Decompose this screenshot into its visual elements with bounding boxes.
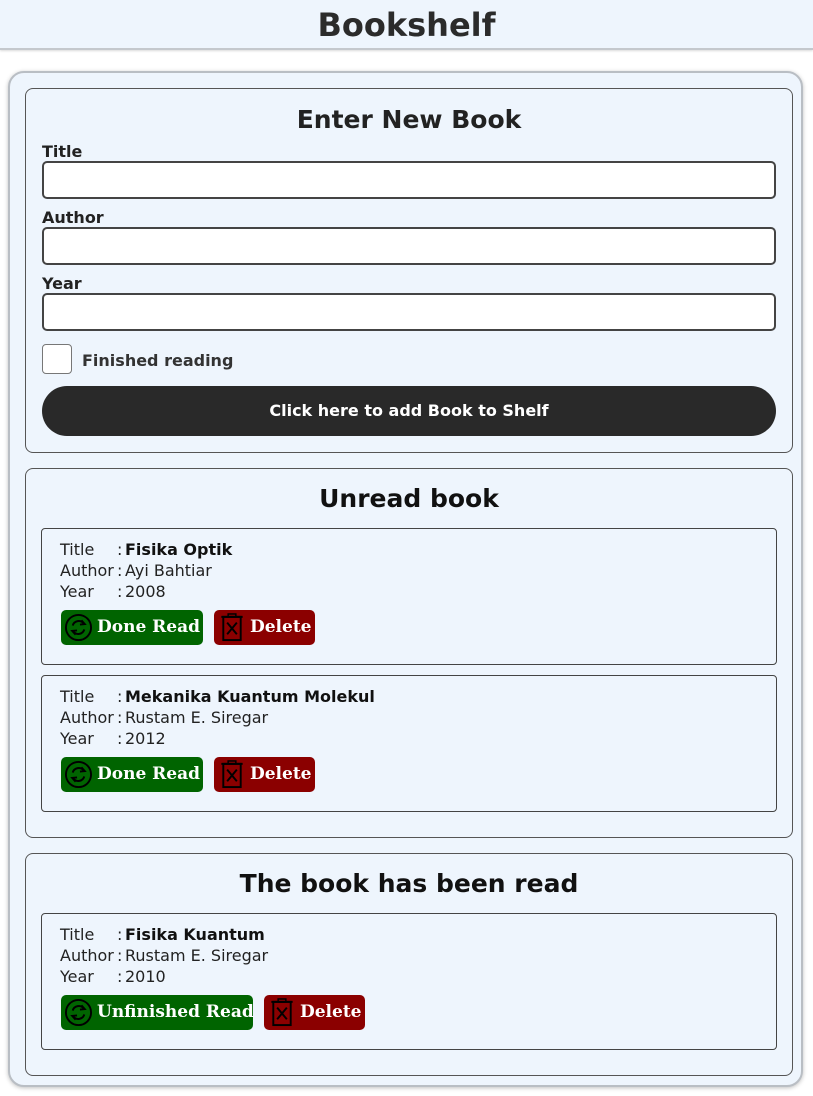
author-key: Author bbox=[60, 946, 114, 965]
delete-label: Delete bbox=[250, 617, 312, 637]
book-card: Title : Fisika Optik Author : Ayi Bahtia… bbox=[41, 528, 777, 665]
delete-label: Delete bbox=[250, 764, 312, 784]
main-container: Enter New Book Title Author Year Finishe… bbox=[8, 71, 803, 1087]
book-year: 2008 bbox=[125, 582, 166, 601]
book-card: Title : Fisika Kuantum Author : Rustam E… bbox=[41, 913, 777, 1050]
book-title: Fisika Kuantum bbox=[125, 925, 265, 944]
read-section: The book has been read Title : Fisika Ku… bbox=[25, 853, 793, 1076]
page-title: Bookshelf bbox=[317, 6, 496, 44]
book-card: Title : Mekanika Kuantum Molekul Author … bbox=[41, 675, 777, 812]
delete-button[interactable]: Delete bbox=[214, 757, 315, 792]
author-key: Author bbox=[60, 561, 114, 580]
book-title: Fisika Optik bbox=[125, 540, 233, 559]
unread-section: Unread book Title : Fisika Optik Author … bbox=[25, 468, 793, 838]
finished-reading-label: Finished reading bbox=[82, 351, 234, 370]
separator: : bbox=[117, 687, 123, 706]
title-key: Title bbox=[60, 540, 95, 559]
year-key: Year bbox=[60, 967, 94, 986]
title-input[interactable] bbox=[42, 161, 776, 199]
book-author: Rustam E. Siregar bbox=[125, 946, 269, 965]
separator: : bbox=[117, 708, 123, 727]
done-read-label: Done Read bbox=[97, 764, 201, 784]
add-book-button[interactable]: Click here to add Book to Shelf bbox=[42, 386, 776, 436]
finished-reading-checkbox[interactable] bbox=[42, 344, 72, 374]
trash-icon bbox=[221, 613, 243, 642]
separator: : bbox=[117, 729, 123, 748]
title-key: Title bbox=[60, 687, 95, 706]
author-input[interactable] bbox=[42, 227, 776, 265]
delete-button[interactable]: Delete bbox=[214, 610, 315, 645]
refresh-icon bbox=[64, 613, 93, 642]
input-section: Enter New Book Title Author Year Finishe… bbox=[25, 88, 793, 453]
separator: : bbox=[117, 946, 123, 965]
title-label: Title bbox=[42, 142, 83, 161]
input-section-heading: Enter New Book bbox=[296, 105, 522, 134]
refresh-icon bbox=[64, 998, 93, 1027]
book-title: Mekanika Kuantum Molekul bbox=[125, 687, 375, 706]
year-input[interactable] bbox=[42, 293, 776, 331]
unfinished-read-button[interactable]: Unfinished Read bbox=[61, 995, 254, 1030]
delete-button[interactable]: Delete bbox=[264, 995, 365, 1030]
page-header: Bookshelf bbox=[0, 0, 813, 50]
year-key: Year bbox=[60, 582, 94, 601]
trash-icon bbox=[221, 760, 243, 789]
trash-icon bbox=[271, 998, 293, 1027]
separator: : bbox=[117, 967, 123, 986]
year-key: Year bbox=[60, 729, 94, 748]
separator: : bbox=[117, 561, 123, 580]
year-label: Year bbox=[42, 274, 82, 293]
delete-label: Delete bbox=[300, 1002, 362, 1022]
book-author: Rustam E. Siregar bbox=[125, 708, 269, 727]
author-label: Author bbox=[42, 208, 104, 227]
done-read-button[interactable]: Done Read bbox=[61, 757, 203, 792]
separator: : bbox=[117, 582, 123, 601]
unfinished-read-label: Unfinished Read bbox=[97, 1002, 254, 1022]
refresh-icon bbox=[64, 760, 93, 789]
read-section-heading: The book has been read bbox=[239, 869, 579, 898]
title-key: Title bbox=[60, 925, 95, 944]
done-read-label: Done Read bbox=[97, 617, 201, 637]
book-year: 2012 bbox=[125, 729, 166, 748]
author-key: Author bbox=[60, 708, 114, 727]
separator: : bbox=[117, 925, 123, 944]
unread-section-heading: Unread book bbox=[319, 484, 499, 513]
book-year: 2010 bbox=[125, 967, 166, 986]
separator: : bbox=[117, 540, 123, 559]
book-author: Ayi Bahtiar bbox=[125, 561, 212, 580]
done-read-button[interactable]: Done Read bbox=[61, 610, 203, 645]
